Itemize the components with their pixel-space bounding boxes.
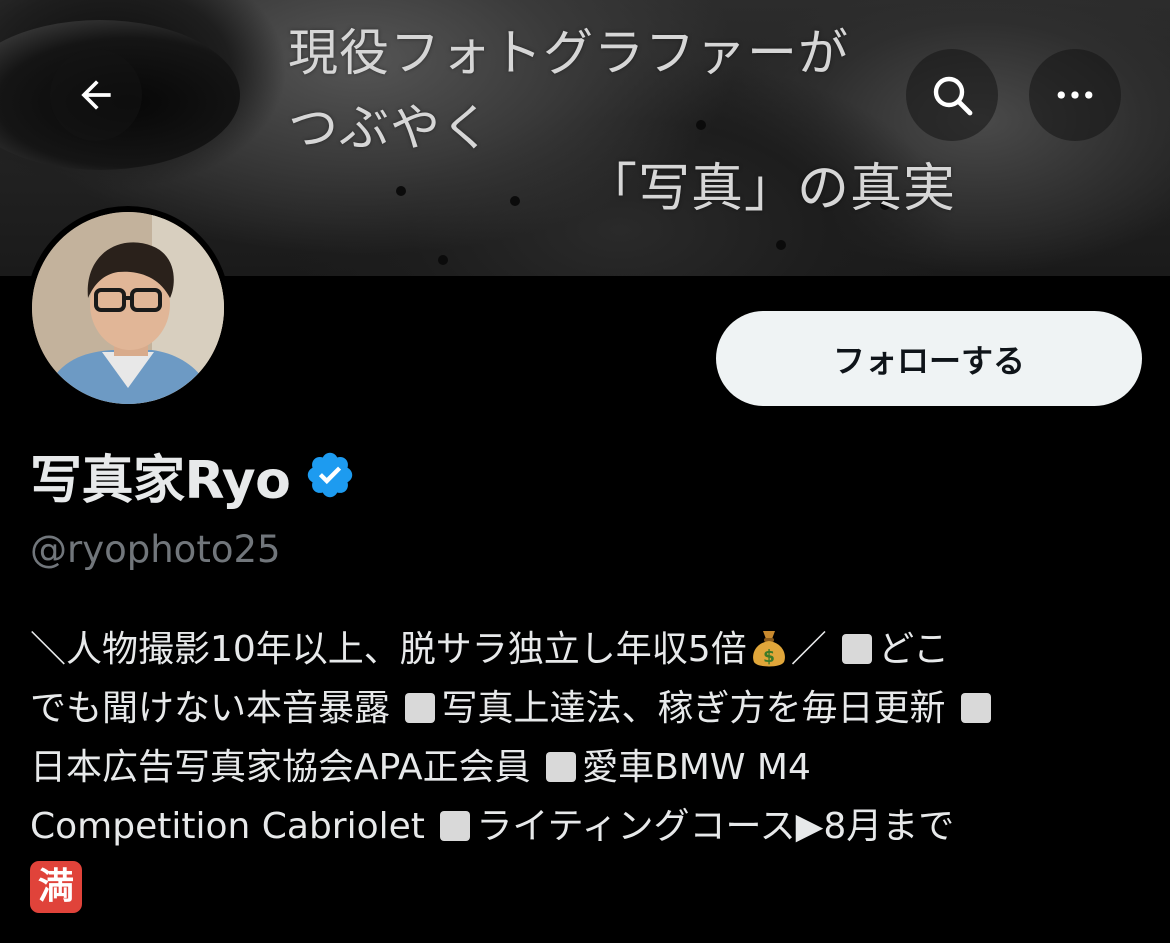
money-bag-icon: $ (749, 627, 789, 669)
bio-line: Competition Cabriolet ライティングコース▶8月まで (30, 797, 1145, 856)
banner-dot (438, 255, 448, 265)
bio-text: ＼人物撮影10年以上、脱サラ独立し年収5倍 (30, 629, 747, 670)
avatar[interactable] (26, 206, 230, 410)
square-bullet-icon (440, 811, 471, 841)
profile-handle: @ryophoto25 (30, 528, 281, 571)
banner-dot (776, 240, 786, 250)
svg-text:$: $ (763, 647, 775, 667)
profile-name-row: 写真家Ryo (30, 440, 356, 511)
banner-text-line-2: つぶやく (288, 99, 492, 157)
bio-text: 写真上達法、稼ぎ方を毎日更新 (441, 688, 957, 729)
bio-text: Competition Cabriolet (30, 806, 437, 847)
bio-line: 満 (30, 856, 1145, 915)
back-button[interactable] (50, 49, 142, 141)
square-bullet-icon (960, 693, 991, 723)
search-button[interactable] (906, 49, 998, 141)
verified-badge-icon[interactable] (304, 449, 356, 501)
arrow-left-icon (81, 80, 111, 110)
profile-bio: ＼人物撮影10年以上、脱サラ独立し年収5倍 $ ／ どこ でも聞けない本音暴露 … (30, 620, 1145, 915)
ellipsis-icon (1057, 91, 1093, 99)
bio-text: でも聞けない本音暴露 (30, 688, 402, 729)
bio-text: どこ (878, 629, 950, 670)
square-bullet-icon (546, 752, 577, 782)
full-badge-icon: 満 (30, 861, 82, 913)
bio-line: ＼人物撮影10年以上、脱サラ独立し年収5倍 $ ／ どこ (30, 620, 1145, 679)
avatar-photo (32, 212, 224, 404)
bio-text: ライティングコース▶8月まで (476, 806, 955, 847)
banner-text-line-1: 現役フォトグラファーが (288, 24, 849, 82)
banner-dot (696, 120, 706, 130)
display-name: 写真家Ryo (30, 450, 291, 511)
bio-text: 日本広告写真家協会APA正会員 (30, 747, 543, 788)
more-options-button[interactable] (1029, 49, 1121, 141)
square-bullet-icon (842, 634, 873, 664)
square-bullet-icon (405, 693, 436, 723)
banner-dot (510, 196, 520, 206)
banner-dot (396, 186, 406, 196)
bio-line: 日本広告写真家協会APA正会員 愛車BMW M4 (30, 738, 1145, 797)
bio-text: ／ (790, 629, 839, 670)
bio-line: でも聞けない本音暴露 写真上達法、稼ぎ方を毎日更新 (30, 679, 1145, 738)
follow-button[interactable]: フォローする (716, 311, 1142, 406)
search-icon (933, 76, 973, 116)
bio-text: 愛車BMW M4 (582, 747, 811, 788)
banner-text-line-3: 「写真」の真実 (585, 159, 957, 219)
